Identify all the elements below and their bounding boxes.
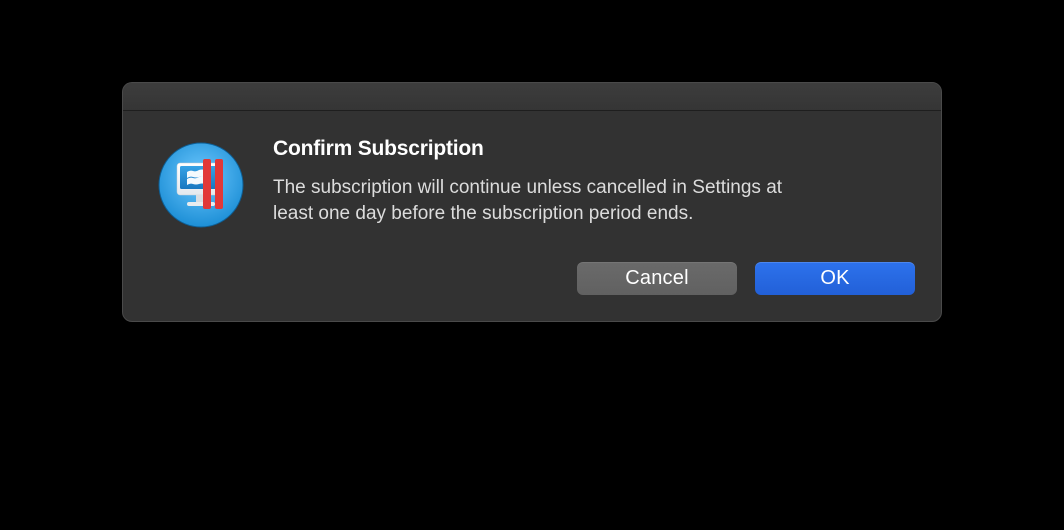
dialog-body: Confirm Subscription The subscription wi… [123, 111, 941, 321]
dialog-title: Confirm Subscription [273, 137, 915, 161]
cancel-button[interactable]: Cancel [577, 262, 737, 295]
dialog-titlebar [123, 83, 941, 111]
confirm-subscription-dialog: Confirm Subscription The subscription wi… [122, 82, 942, 322]
ok-button[interactable]: OK [755, 262, 915, 295]
dialog-content: Confirm Subscription The subscription wi… [273, 137, 915, 295]
dialog-message: The subscription will continue unless ca… [273, 175, 793, 226]
app-icon [149, 137, 245, 295]
button-row: Cancel OK [273, 262, 915, 295]
